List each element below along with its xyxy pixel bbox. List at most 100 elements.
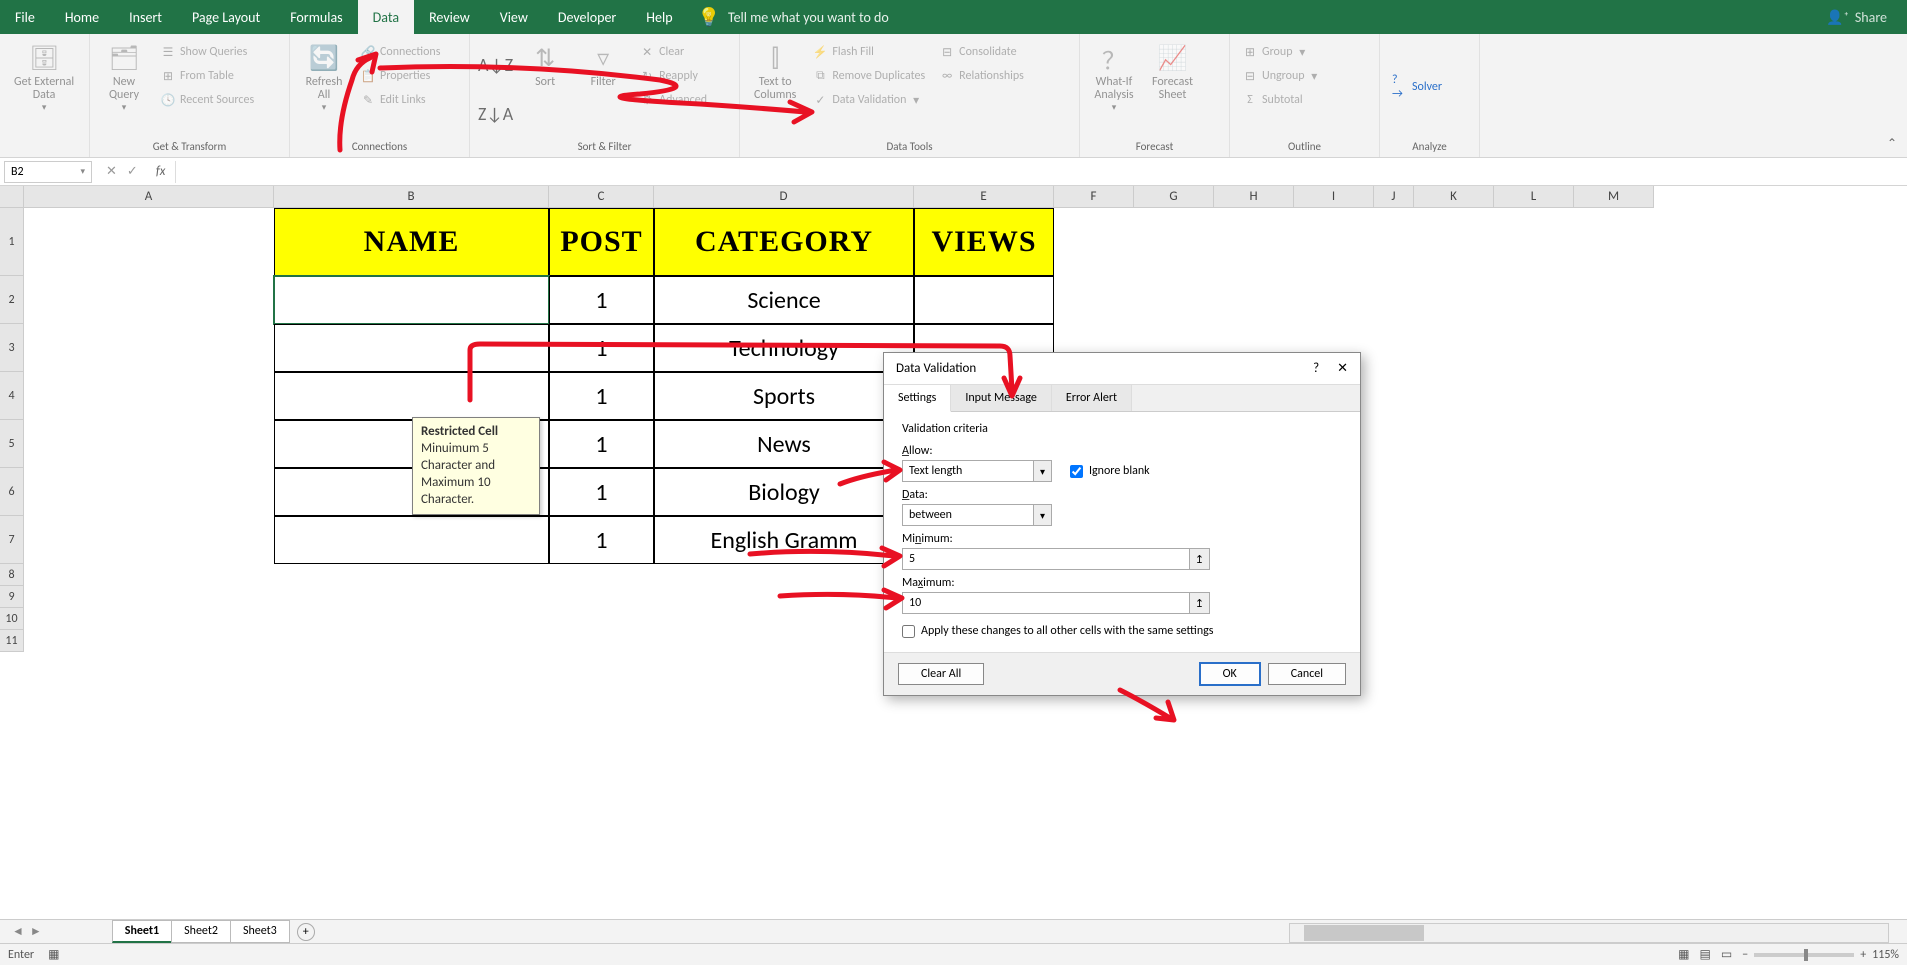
- sheet-nav-prev-icon[interactable]: ◄: [12, 924, 24, 939]
- column-header-E[interactable]: E: [914, 186, 1054, 208]
- cell-B4[interactable]: [274, 372, 549, 420]
- tab-insert[interactable]: Insert: [114, 0, 177, 34]
- row-header-5[interactable]: 5: [0, 420, 24, 468]
- accept-formula-icon[interactable]: ✓: [127, 164, 138, 179]
- edit-links-button[interactable]: ✎Edit Links: [356, 90, 444, 110]
- reapply-button[interactable]: ↻Reapply: [635, 66, 711, 86]
- cell-B7[interactable]: [274, 516, 549, 564]
- header-cell-post[interactable]: POST: [549, 208, 654, 276]
- row-header-9[interactable]: 9: [0, 586, 24, 608]
- row-header-11[interactable]: 11: [0, 630, 24, 652]
- dialog-tab-input-message[interactable]: Input Message: [951, 385, 1052, 411]
- horizontal-scrollbar[interactable]: [1289, 923, 1889, 943]
- zoom-in-icon[interactable]: +: [1860, 948, 1866, 962]
- cancel-button[interactable]: Cancel: [1268, 663, 1346, 685]
- tab-home[interactable]: Home: [50, 0, 114, 34]
- dialog-tab-settings[interactable]: Settings: [884, 385, 951, 412]
- ignore-blank-checkbox[interactable]: [1070, 465, 1083, 478]
- remove-duplicates-button[interactable]: ⧉Remove Duplicates: [808, 66, 929, 86]
- column-header-C[interactable]: C: [549, 186, 654, 208]
- consolidate-button[interactable]: ⊟Consolidate: [935, 42, 1028, 62]
- row-header-10[interactable]: 10: [0, 608, 24, 630]
- clear-button[interactable]: ✕Clear: [635, 42, 711, 62]
- maximum-input[interactable]: ↥: [902, 592, 1210, 614]
- tab-developer[interactable]: Developer: [543, 0, 631, 34]
- maximum-field[interactable]: [903, 593, 1189, 613]
- apply-all-checkbox[interactable]: [902, 625, 915, 638]
- properties-button[interactable]: 📋Properties: [356, 66, 444, 86]
- allow-dropdown[interactable]: Text length▾: [902, 460, 1052, 482]
- column-header-G[interactable]: G: [1134, 186, 1214, 208]
- tab-view[interactable]: View: [485, 0, 543, 34]
- subtotal-button[interactable]: ΣSubtotal: [1238, 90, 1321, 110]
- cell-C2[interactable]: 1: [549, 276, 654, 324]
- ref-select-icon[interactable]: ↥: [1189, 549, 1209, 569]
- zoom-level[interactable]: 115%: [1872, 948, 1899, 962]
- tab-review[interactable]: Review: [414, 0, 485, 34]
- sort-asc-icon[interactable]: A↓Z: [478, 54, 513, 76]
- tab-data[interactable]: Data: [358, 0, 414, 34]
- cell-D2[interactable]: Science: [654, 276, 914, 324]
- cell-C3[interactable]: 1: [549, 324, 654, 372]
- column-header-B[interactable]: B: [274, 186, 549, 208]
- column-header-D[interactable]: D: [654, 186, 914, 208]
- row-header-1[interactable]: 1: [0, 208, 24, 276]
- cell-E2[interactable]: [914, 276, 1054, 324]
- text-to-columns-button[interactable]: ⫿Text to Columns: [748, 38, 802, 136]
- column-header-L[interactable]: L: [1494, 186, 1574, 208]
- dialog-close-icon[interactable]: ✕: [1337, 361, 1348, 376]
- cell-D5[interactable]: News: [654, 420, 914, 468]
- forecast-sheet-button[interactable]: 📈Forecast Sheet: [1146, 38, 1199, 136]
- sheet-tab-3[interactable]: Sheet3: [230, 920, 290, 943]
- ungroup-button[interactable]: ⊟Ungroup ▾: [1238, 66, 1321, 86]
- sort-button[interactable]: ⇅Sort: [519, 38, 571, 136]
- macro-record-icon[interactable]: ▦: [48, 947, 59, 962]
- column-header-M[interactable]: M: [1574, 186, 1654, 208]
- from-table-button[interactable]: ⊞From Table: [156, 66, 258, 86]
- relationships-button[interactable]: ∞Relationships: [935, 66, 1028, 86]
- get-external-data-button[interactable]: 🗄Get External Data▾: [8, 38, 80, 149]
- flash-fill-button[interactable]: ⚡Flash Fill: [808, 42, 929, 62]
- cell-C4[interactable]: 1: [549, 372, 654, 420]
- row-header-8[interactable]: 8: [0, 564, 24, 586]
- view-normal-icon[interactable]: ▦: [1678, 947, 1689, 962]
- new-query-button[interactable]: 🗂New Query▾: [98, 38, 150, 136]
- share-button[interactable]: 👤⁺ Share: [1826, 9, 1887, 26]
- connections-button[interactable]: 🔗Connections: [356, 42, 444, 62]
- solver-button[interactable]: ?→Solver: [1388, 38, 1446, 136]
- cancel-formula-icon[interactable]: ✕: [106, 164, 117, 179]
- tab-file[interactable]: File: [0, 0, 50, 34]
- add-sheet-button[interactable]: +: [297, 923, 315, 941]
- header-cell-category[interactable]: CATEGORY: [654, 208, 914, 276]
- cell-B3[interactable]: [274, 324, 549, 372]
- what-if-button[interactable]: ？What-If Analysis▾: [1088, 38, 1140, 136]
- sheet-nav-next-icon[interactable]: ►: [30, 924, 42, 939]
- cell-D3[interactable]: Technology: [654, 324, 914, 372]
- collapse-ribbon-icon[interactable]: ⌃: [1887, 136, 1897, 151]
- zoom-slider[interactable]: [1754, 953, 1854, 957]
- column-header-H[interactable]: H: [1214, 186, 1294, 208]
- row-header-4[interactable]: 4: [0, 372, 24, 420]
- zoom-out-icon[interactable]: −: [1742, 948, 1748, 962]
- cell-D4[interactable]: Sports: [654, 372, 914, 420]
- view-page-layout-icon[interactable]: ▤: [1700, 947, 1711, 962]
- data-dropdown[interactable]: between▾: [902, 504, 1052, 526]
- cell-B2[interactable]: [274, 276, 549, 324]
- dialog-tab-error-alert[interactable]: Error Alert: [1052, 385, 1132, 411]
- fx-icon[interactable]: fx: [156, 164, 166, 179]
- group-button[interactable]: ⊞Group ▾: [1238, 42, 1321, 62]
- sheet-tab-1[interactable]: Sheet1: [112, 920, 172, 943]
- ref-select-icon[interactable]: ↥: [1189, 593, 1209, 613]
- dialog-help-icon[interactable]: ?: [1313, 361, 1319, 376]
- minimum-input[interactable]: ↥: [902, 548, 1210, 570]
- refresh-all-button[interactable]: 🔄Refresh All▾: [298, 38, 350, 136]
- sheet-tab-2[interactable]: Sheet2: [171, 920, 231, 943]
- cell-C6[interactable]: 1: [549, 468, 654, 516]
- row-header-3[interactable]: 3: [0, 324, 24, 372]
- minimum-field[interactable]: [903, 549, 1189, 569]
- filter-button[interactable]: ▿Filter: [577, 38, 629, 136]
- advanced-button[interactable]: ⚙Advanced: [635, 90, 711, 110]
- tell-me-search[interactable]: 💡 Tell me what you want to do: [698, 6, 889, 28]
- cell-C5[interactable]: 1: [549, 420, 654, 468]
- column-header-F[interactable]: F: [1054, 186, 1134, 208]
